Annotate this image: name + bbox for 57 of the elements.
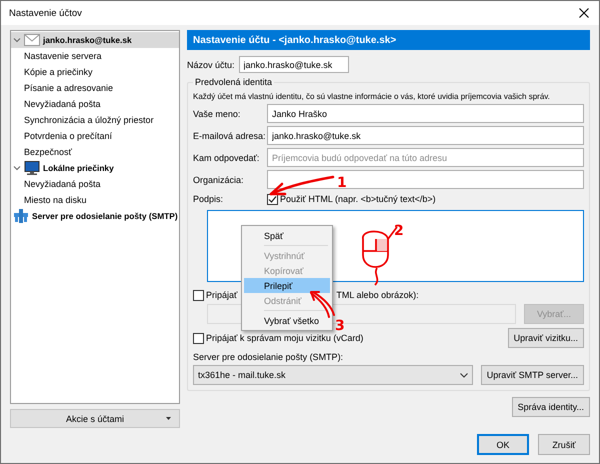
account-tree-item[interactable]: janko.hrasko@tuke.sk bbox=[11, 32, 179, 48]
field-label: Kam odpovedať: bbox=[193, 152, 260, 162]
field-label: E-mailová adresa: bbox=[193, 130, 267, 140]
edit-card-button[interactable]: Upraviť vizitku... bbox=[508, 328, 584, 348]
account-tree-item[interactable]: Miesto na disku bbox=[11, 192, 179, 208]
computer-icon bbox=[24, 161, 40, 175]
close-icon[interactable] bbox=[579, 8, 589, 18]
checkbox-label: Použiť HTML (napr. <b>tučný text</b>) bbox=[280, 194, 436, 204]
menu-item[interactable]: Vybrať všetko bbox=[244, 313, 330, 328]
input-field[interactable]: Príjemcovia budú odpovedať na túto adresu bbox=[267, 148, 584, 167]
smtp-dropdown[interactable]: tx361he - mail.tuke.sk bbox=[193, 365, 473, 385]
checkbox[interactable] bbox=[193, 290, 204, 300]
dialog-button[interactable]: OK bbox=[477, 434, 529, 455]
account-tree-item[interactable]: Nevyžiadaná pošta bbox=[11, 176, 179, 192]
annotation-number: 3 bbox=[335, 318, 345, 334]
account-tree-item[interactable]: Potvrdenia o prečítaní bbox=[11, 128, 179, 144]
dialog-button[interactable]: Zrušiť bbox=[538, 434, 590, 455]
window-title: Nastavenie účtov bbox=[9, 8, 82, 18]
network-icon bbox=[13, 209, 29, 223]
arrow-annotation bbox=[310, 291, 335, 318]
field-label: Podpis: bbox=[193, 194, 224, 204]
dropdown-arrow-icon bbox=[166, 417, 171, 420]
checkbox-label: Pripájať bbox=[206, 290, 238, 300]
account-tree-item[interactable]: Nevyžiadaná pošta bbox=[11, 96, 179, 112]
account-actions-button[interactable]: Akcie s účtami bbox=[10, 409, 180, 428]
page-header: Nastavenie účtu - <janko.hrasko@tuke.sk> bbox=[187, 30, 590, 50]
description-text: Každý účet má vlastnú identitu, čo sú vlastne informácie o vás, ktoré uvidia príjemcovia vašich správ. bbox=[193, 92, 551, 101]
field-label: Server pre odosielanie pošty (SMTP): bbox=[193, 352, 344, 362]
group-title: Predvolená identita bbox=[193, 77, 274, 87]
envelope-icon bbox=[24, 34, 40, 46]
arrow-annotation bbox=[270, 176, 334, 196]
checkbox-label: TML alebo obrázok): bbox=[336, 290, 419, 300]
edit-smtp-button[interactable]: Upraviť SMTP server... bbox=[480, 365, 584, 385]
chevron-icon bbox=[460, 372, 468, 378]
chevron-icon[interactable] bbox=[13, 164, 21, 172]
input-field[interactable] bbox=[267, 170, 584, 189]
account-tree-item[interactable]: Nastavenie servera bbox=[11, 48, 179, 64]
annotation-number: 1 bbox=[337, 175, 347, 191]
field-label: Organizácia: bbox=[193, 174, 245, 184]
input-field[interactable]: Janko Hraško bbox=[267, 104, 584, 123]
account-tree-item[interactable]: Písanie a adresovanie bbox=[11, 80, 179, 96]
account-tree-item[interactable]: Bezpečnosť bbox=[11, 144, 179, 160]
chevron-icon[interactable] bbox=[13, 36, 21, 44]
account-tree-item[interactable]: Lokálne priečinky bbox=[11, 160, 179, 176]
menu-item[interactable]: Späť bbox=[244, 228, 330, 243]
manage-identities-button[interactable]: Správa identity... bbox=[512, 397, 590, 417]
checkbox-label: Pripájať k správam moju vizitku (vCard) bbox=[206, 333, 364, 343]
account-name-field[interactable]: janko.hrasko@tuke.sk bbox=[238, 56, 349, 73]
annotation-number: 2 bbox=[394, 223, 404, 239]
account-tree-item[interactable]: Synchronizácia a úložný priestor bbox=[11, 112, 179, 128]
checkbox[interactable] bbox=[193, 332, 204, 344]
input-field[interactable]: janko.hrasko@tuke.sk bbox=[267, 126, 584, 145]
field-label: Vaše meno: bbox=[193, 108, 242, 118]
account-tree-item[interactable]: Kópie a priečinky bbox=[11, 64, 179, 80]
account-tree-item[interactable]: Server pre odosielanie pošty (SMTP) bbox=[11, 208, 179, 224]
field-label: Názov účtu: bbox=[187, 60, 235, 70]
menu-item[interactable]: Prilepiť bbox=[244, 278, 330, 293]
